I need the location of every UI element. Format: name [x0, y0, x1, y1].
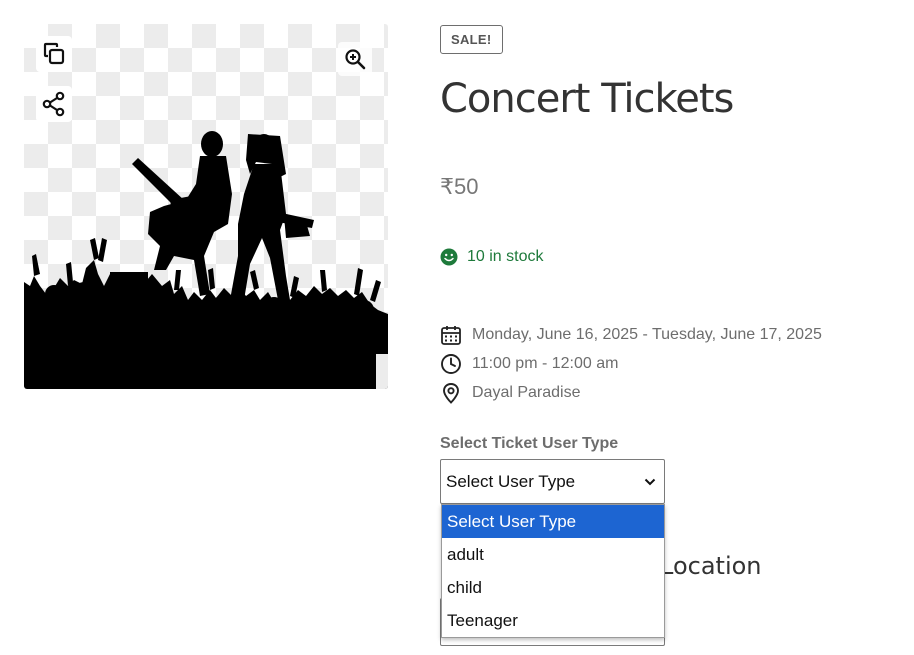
- ticket-type-label: Select Ticket User Type: [440, 435, 619, 452]
- share-button[interactable]: [36, 86, 72, 122]
- event-location-row: Dayal Paradise: [440, 378, 822, 407]
- stock-status: 10 in stock: [440, 248, 543, 266]
- clock-icon: [441, 353, 461, 374]
- stock-text: 10 in stock: [467, 248, 544, 265]
- location-heading: Location: [660, 552, 762, 580]
- product-price: ₹50: [440, 174, 479, 199]
- location-pin-icon: [443, 382, 459, 404]
- copy-button[interactable]: [36, 36, 72, 72]
- product-page: SALE! Concert Tickets ₹50 10 in stock Mo…: [0, 0, 914, 655]
- zoom-in-icon: [345, 49, 366, 70]
- event-time-row: 11:00 pm - 12:00 am: [440, 349, 822, 378]
- option-select-user-type[interactable]: Select User Type: [442, 505, 664, 538]
- option-adult[interactable]: adult: [442, 538, 664, 571]
- chevron-down-icon: [644, 478, 656, 485]
- calendar-icon: [441, 325, 461, 345]
- event-date: Monday, June 16, 2025 - Tuesday, June 17…: [472, 325, 822, 343]
- event-location: Dayal Paradise: [472, 383, 581, 401]
- share-icon: [42, 91, 65, 117]
- zoom-button[interactable]: [338, 42, 372, 76]
- ticket-type-select[interactable]: Select User Type: [440, 459, 665, 504]
- copy-icon: [43, 42, 65, 65]
- event-time: 11:00 pm - 12:00 am: [472, 354, 619, 372]
- event-meta: Monday, June 16, 2025 - Tuesday, June 17…: [440, 320, 822, 407]
- event-date-row: Monday, June 16, 2025 - Tuesday, June 17…: [440, 320, 822, 349]
- option-teenager[interactable]: Teenager: [442, 604, 664, 637]
- product-image[interactable]: [24, 24, 388, 389]
- sale-badge: SALE!: [440, 25, 503, 54]
- product-title: Concert Tickets: [440, 76, 734, 122]
- select-value: Select User Type: [446, 471, 576, 491]
- ticket-type-options: Select User Type adult child Teenager: [441, 504, 665, 638]
- option-child[interactable]: child: [442, 571, 664, 604]
- concert-silhouette-image: [24, 131, 388, 389]
- smile-icon: [440, 248, 458, 266]
